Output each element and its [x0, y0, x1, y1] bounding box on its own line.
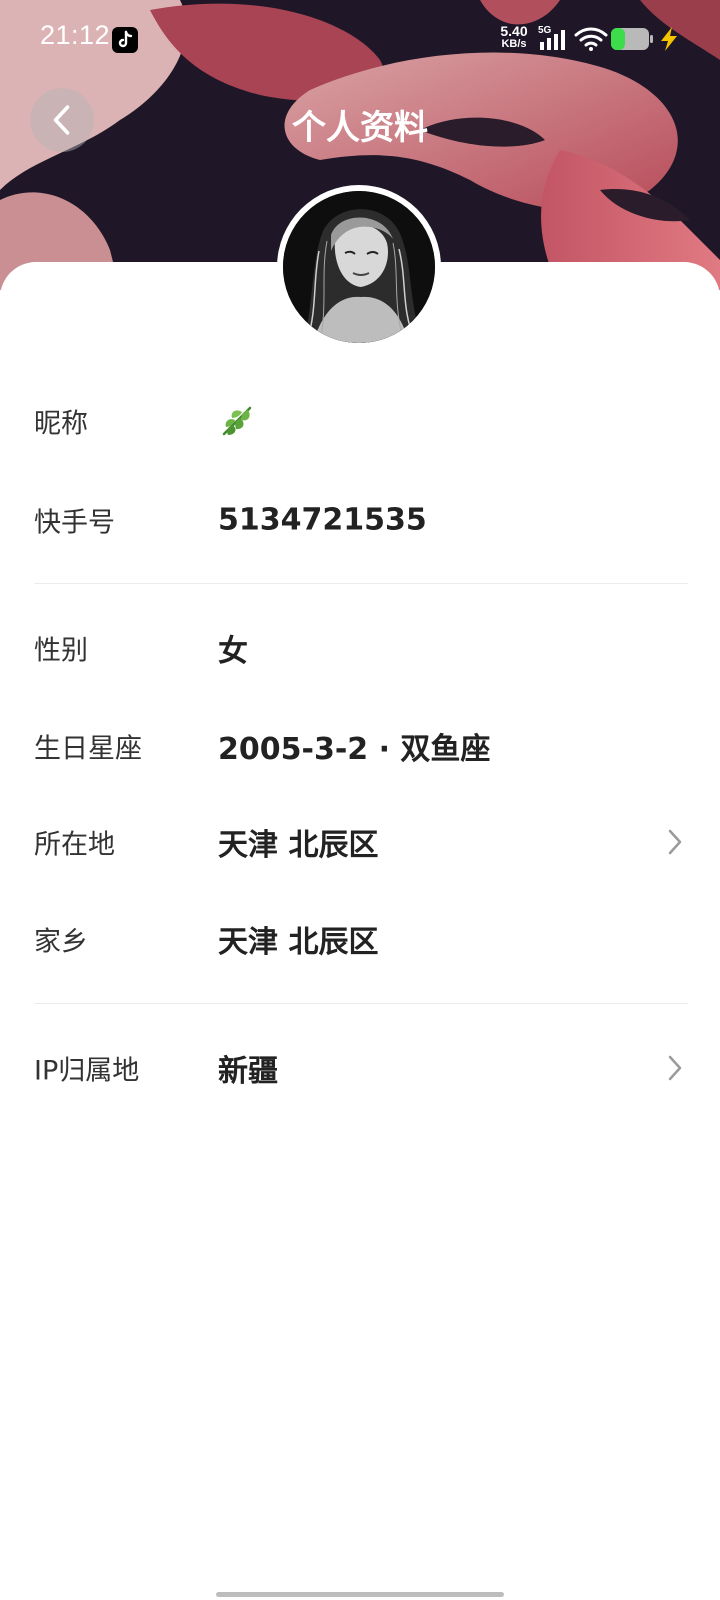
cellular-signal-icon: 5G: [538, 24, 570, 52]
network-speed-value: 5.40: [500, 23, 528, 39]
nickname-row: 昵称: [0, 391, 720, 451]
ip-location-value: 新疆: [218, 1054, 278, 1089]
avatar[interactable]: [277, 185, 441, 349]
home-indicator[interactable]: [216, 1592, 504, 1597]
ip-location-label: IP归属地: [34, 1055, 140, 1087]
nickname-label: 昵称: [34, 408, 88, 440]
page-title: 个人资料: [292, 108, 428, 148]
birthday-value: 2005-3-2 · 双鱼座: [218, 732, 491, 767]
gender-row: 性别 女: [0, 618, 720, 678]
location-value: 天津 北辰区: [218, 828, 379, 863]
chevron-right-icon: [668, 1055, 682, 1081]
leaf-icon: [222, 406, 252, 436]
chevron-right-icon: [668, 829, 682, 855]
kuaishou-id-value: 5134721535: [218, 502, 427, 538]
avatar-image: [283, 191, 435, 343]
status-bar: 21:12 5.40 KB/s 5G: [0, 0, 720, 76]
charging-icon: [658, 26, 680, 52]
network-speed-unit: KB/s: [501, 38, 527, 50]
hometown-label: 家乡: [34, 926, 88, 958]
tiktok-icon: [112, 27, 138, 53]
location-row[interactable]: 所在地 天津 北辰区: [0, 812, 720, 872]
hometown-row: 家乡 天津 北辰区: [0, 909, 720, 969]
hometown-value: 天津 北辰区: [218, 925, 379, 960]
battery-icon: [610, 26, 654, 52]
gender-label: 性别: [34, 635, 88, 667]
divider: [34, 583, 688, 584]
ip-location-row[interactable]: IP归属地 新疆: [0, 1038, 720, 1098]
divider: [34, 1003, 688, 1004]
profile-page: 21:12 5.40 KB/s 5G 个人资料 昵称 快手号 513472153…: [0, 0, 720, 1600]
status-time: 21:12: [40, 20, 111, 50]
network-type-label: 5G: [538, 25, 552, 36]
gender-value: 女: [218, 634, 248, 669]
wifi-icon: [574, 26, 608, 52]
location-label: 所在地: [34, 829, 115, 861]
birthday-label: 生日星座: [34, 733, 142, 765]
kuaishou-id-row: 快手号 5134721535: [0, 490, 720, 550]
birthday-row: 生日星座 2005-3-2 · 双鱼座: [0, 716, 720, 776]
nickname-value: [218, 402, 256, 440]
network-speed: 5.40 KB/s: [496, 24, 532, 50]
kuaishou-id-label: 快手号: [34, 507, 115, 539]
